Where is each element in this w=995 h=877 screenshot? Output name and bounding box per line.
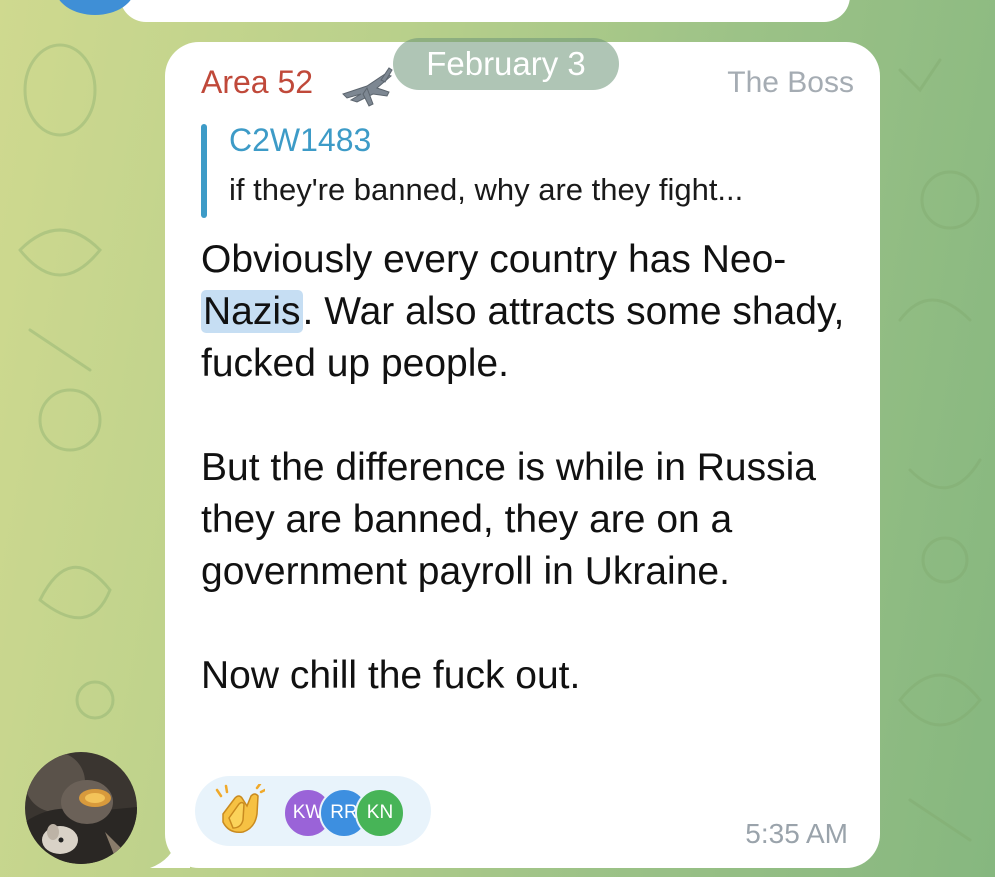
reply-quote[interactable]: C2W1483 if they're banned, why are they …	[201, 120, 851, 218]
clapping-hands-icon	[215, 784, 265, 834]
message-text: Obviously every country has Neo-Nazis. W…	[201, 234, 861, 702]
avatar-photo	[25, 752, 137, 864]
fighter-jet-icon	[342, 67, 393, 107]
previous-message-bubble[interactable]	[120, 0, 850, 22]
message-paragraph-2: But the difference is while in Russia th…	[201, 446, 816, 593]
highlighted-word: Nazis	[201, 290, 303, 333]
reactor-avatar-kn: KN	[355, 788, 405, 838]
reply-author: C2W1483	[229, 122, 372, 158]
message-paragraph-1: Obviously every country has Neo-Nazis. W…	[201, 234, 861, 390]
date-separator: February 3	[393, 38, 619, 90]
sender-name[interactable]: Area 52	[201, 64, 313, 101]
message-bubble[interactable]: Area 52 The Boss C2W1483 if they're bann…	[165, 42, 880, 868]
sender-role: The Boss	[727, 66, 854, 99]
message-text-segment: Obviously every country has Neo-	[201, 238, 787, 281]
message-paragraph-3: Now chill the fuck out.	[201, 654, 581, 697]
sender-avatar[interactable]	[25, 752, 137, 864]
reply-accent-bar	[201, 124, 207, 218]
message-time: 5:35 AM	[745, 818, 848, 849]
reaction-pill[interactable]: KW RR KN	[195, 776, 431, 846]
reply-snippet: if they're banned, why are they fight...	[229, 172, 744, 207]
